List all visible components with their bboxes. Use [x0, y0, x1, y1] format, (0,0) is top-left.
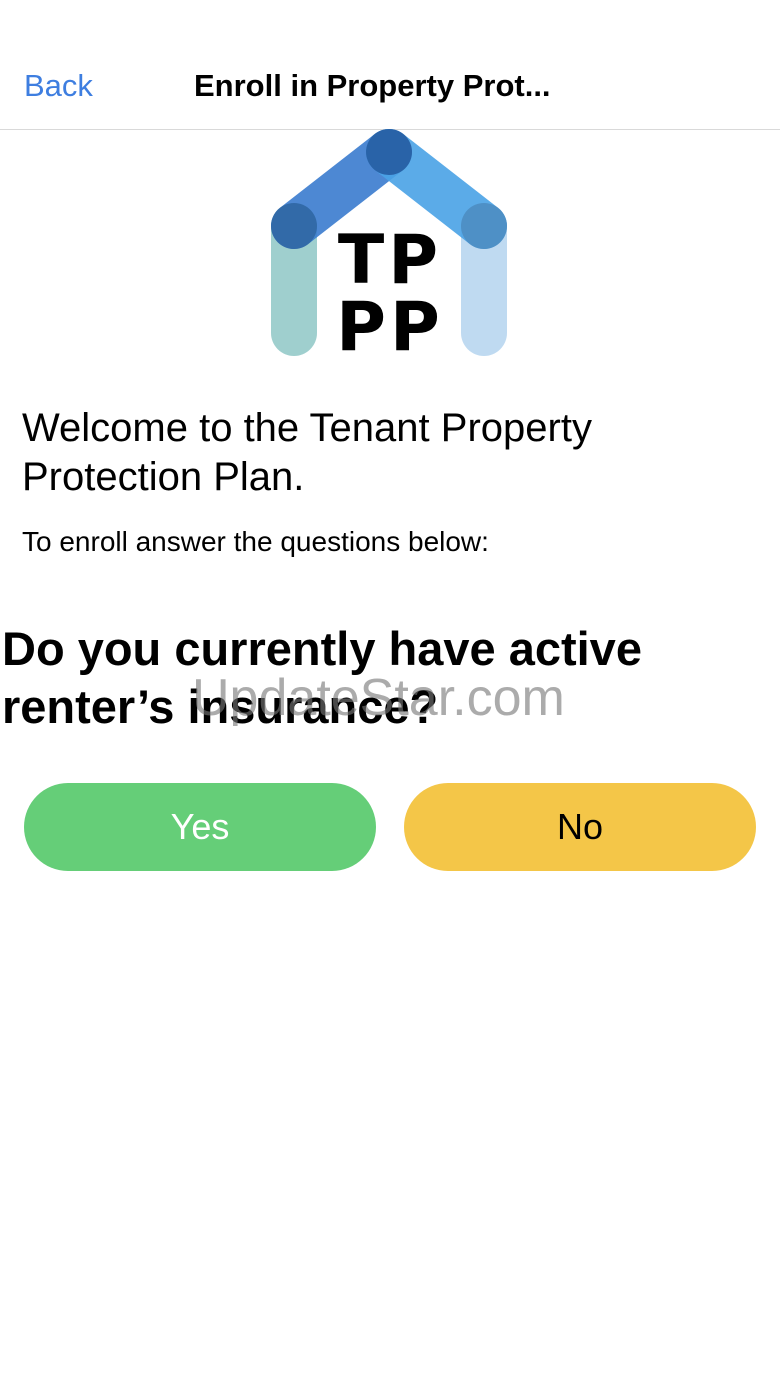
logo-left-joint: [271, 203, 317, 249]
yes-button[interactable]: Yes: [24, 783, 376, 871]
navigation-bar: Back Enroll in Property Prot...: [0, 0, 780, 130]
welcome-heading: Welcome to the Tenant Property Protectio…: [22, 406, 592, 499]
no-button[interactable]: No: [404, 783, 756, 871]
logo-text-line2: PP: [336, 288, 444, 356]
watermark: UpdateStar.com: [192, 669, 565, 727]
page-title: Enroll in Property Prot...: [194, 68, 551, 103]
instructions-text: To enroll answer the questions below:: [22, 526, 489, 557]
logo-roof-knot: [366, 129, 412, 175]
logo-right-joint: [461, 203, 507, 249]
tppp-logo: TP PP: [271, 129, 507, 356]
back-button[interactable]: Back: [24, 66, 93, 106]
